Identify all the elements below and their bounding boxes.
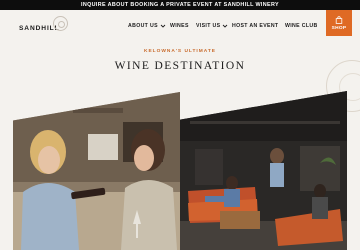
- nav-item-label: WINE CLUB: [285, 23, 318, 29]
- nav-item-wine-club[interactable]: WINE CLUB: [285, 23, 318, 29]
- nav-item-label: ABOUT US: [128, 23, 158, 29]
- chevron-down-icon: [222, 23, 228, 29]
- site-header: SANDHILL ABOUT US WINES VISIT US HOST AN…: [0, 10, 360, 38]
- shop-button[interactable]: SHOP: [326, 10, 352, 36]
- hero-eyebrow: KELOWNA'S ULTIMATE: [144, 49, 216, 54]
- nav-item-about-us[interactable]: ABOUT US: [128, 23, 166, 29]
- nav-item-label: HOST AN EVENT: [232, 23, 279, 29]
- shopping-bag-icon: [335, 15, 343, 24]
- nav-item-visit-us[interactable]: VISIT US: [196, 23, 228, 29]
- hero-photo-tasting-lounge: [180, 91, 347, 250]
- nav-item-wines[interactable]: WINES: [170, 23, 189, 29]
- hero-title: WINE DESTINATION: [114, 60, 246, 72]
- nav-item-host-an-event[interactable]: HOST AN EVENT: [232, 23, 278, 29]
- logo-seal-icon: [53, 16, 68, 31]
- hero-photo-wine-tasting: [13, 92, 180, 250]
- announcement-bar[interactable]: INQUIRE ABOUT BOOKING A PRIVATE EVENT AT…: [0, 0, 360, 10]
- shop-button-label: SHOP: [331, 25, 347, 31]
- nav-item-label: WINES: [170, 23, 189, 29]
- nav-item-label: VISIT US: [196, 23, 221, 29]
- announcement-text[interactable]: INQUIRE ABOUT BOOKING A PRIVATE EVENT AT…: [81, 2, 279, 8]
- chevron-down-icon: [160, 23, 166, 29]
